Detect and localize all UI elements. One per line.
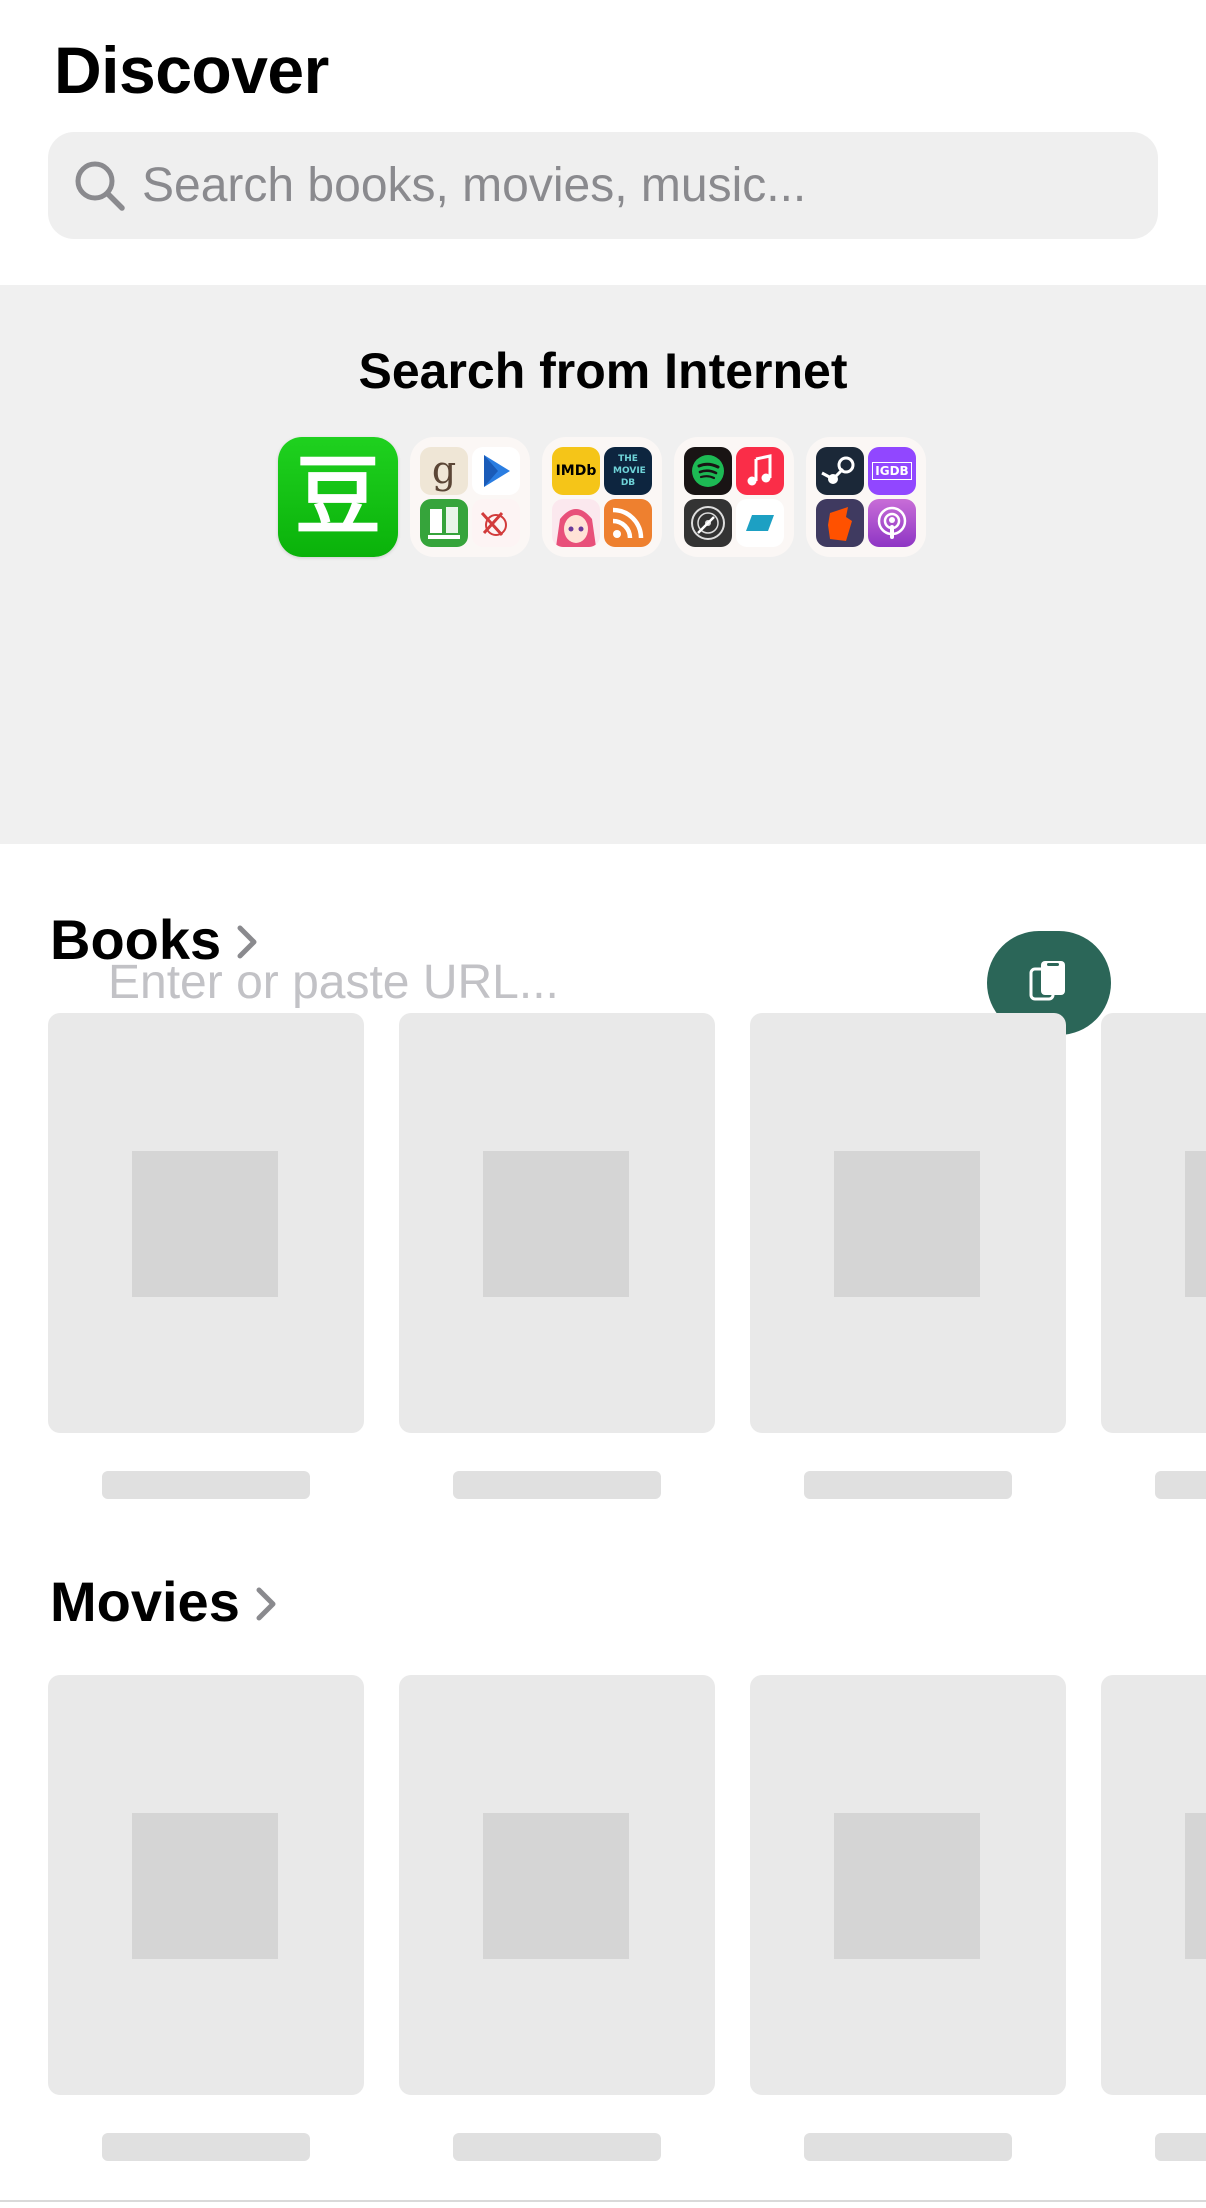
- movies-providers-group: IMDb THE MOVIE DB: [542, 437, 662, 557]
- search-icon: [75, 161, 125, 211]
- books-providers-group: g: [410, 437, 530, 557]
- spotify-icon: [684, 447, 732, 495]
- books-section-title: Books: [50, 908, 222, 971]
- books-shelf: [0, 1013, 1206, 1503]
- apple-podcasts-icon: [868, 499, 916, 547]
- books-section-header[interactable]: Books: [50, 905, 259, 975]
- title-placeholder: [102, 2133, 310, 2161]
- title-placeholder: [1155, 2133, 1206, 2161]
- placeholder-card[interactable]: [1101, 1013, 1206, 1503]
- provider-icons: 豆 g IMDb THE MOVIE DB IGDB: [278, 437, 926, 559]
- search-bar[interactable]: [48, 132, 1158, 239]
- image-placeholder: [483, 1813, 629, 1959]
- rss-icon: [604, 499, 652, 547]
- movies-shelf: [0, 1675, 1206, 2165]
- search-from-internet-section: Search from Internet 豆 g IMDb THE MOVIE …: [0, 285, 1206, 1071]
- cover-placeholder: [48, 1675, 364, 2095]
- games-podcasts-providers-group: IGDB: [806, 437, 926, 557]
- anime-icon: [552, 499, 600, 547]
- cover-placeholder: [399, 1675, 715, 2095]
- title-placeholder: [102, 1471, 310, 1499]
- image-placeholder: [132, 1813, 278, 1959]
- placeholder-card[interactable]: [1101, 1675, 1206, 2165]
- title-placeholder: [453, 1471, 661, 1499]
- image-placeholder: [834, 1813, 980, 1959]
- imdb-icon: IMDb: [552, 447, 600, 495]
- bandcamp-icon: [736, 499, 784, 547]
- douban-icon: 豆: [278, 437, 398, 557]
- search-from-internet-title: Search from Internet: [358, 343, 848, 399]
- movies-section-header[interactable]: Movies: [50, 1567, 278, 1637]
- placeholder-card[interactable]: [48, 1013, 364, 1503]
- page-title: Discover: [54, 33, 329, 107]
- title-placeholder: [804, 1471, 1012, 1499]
- cover-placeholder: [750, 1675, 1066, 2095]
- divider: [0, 2200, 1206, 2202]
- books-tw-icon: [420, 499, 468, 547]
- image-placeholder: [132, 1151, 278, 1297]
- cover-placeholder: [1101, 1675, 1206, 2095]
- cover-placeholder: [399, 1013, 715, 1433]
- apple-music-icon: [736, 447, 784, 495]
- title-placeholder: [804, 2133, 1012, 2161]
- steam-icon: [816, 447, 864, 495]
- cover-placeholder: [750, 1013, 1066, 1433]
- tmdb-icon: THE MOVIE DB: [604, 447, 652, 495]
- placeholder-card[interactable]: [399, 1013, 715, 1503]
- google-books-icon: [472, 447, 520, 495]
- cover-placeholder: [1101, 1013, 1206, 1433]
- clipboard-icon: [1029, 961, 1065, 1001]
- placeholder-card[interactable]: [48, 1675, 364, 2165]
- bangumi-icon: [472, 499, 520, 547]
- search-input[interactable]: [142, 132, 1132, 239]
- placeholder-card[interactable]: [750, 1675, 1066, 2165]
- movies-section-title: Movies: [50, 1570, 240, 1633]
- title-placeholder: [1155, 1471, 1206, 1499]
- goodreads-icon: g: [420, 447, 468, 495]
- title-placeholder: [453, 2133, 661, 2161]
- image-placeholder: [1185, 1813, 1206, 1959]
- image-placeholder: [834, 1151, 980, 1297]
- bgg-icon: [816, 499, 864, 547]
- placeholder-card[interactable]: [399, 1675, 715, 2165]
- igdb-icon: IGDB: [868, 447, 916, 495]
- image-placeholder: [483, 1151, 629, 1297]
- image-placeholder: [1185, 1151, 1206, 1297]
- placeholder-card[interactable]: [750, 1013, 1066, 1503]
- chevron-right-icon: [237, 925, 257, 959]
- discogs-icon: [684, 499, 732, 547]
- chevron-right-icon: [256, 1587, 276, 1621]
- music-providers-group: [674, 437, 794, 557]
- cover-placeholder: [48, 1013, 364, 1433]
